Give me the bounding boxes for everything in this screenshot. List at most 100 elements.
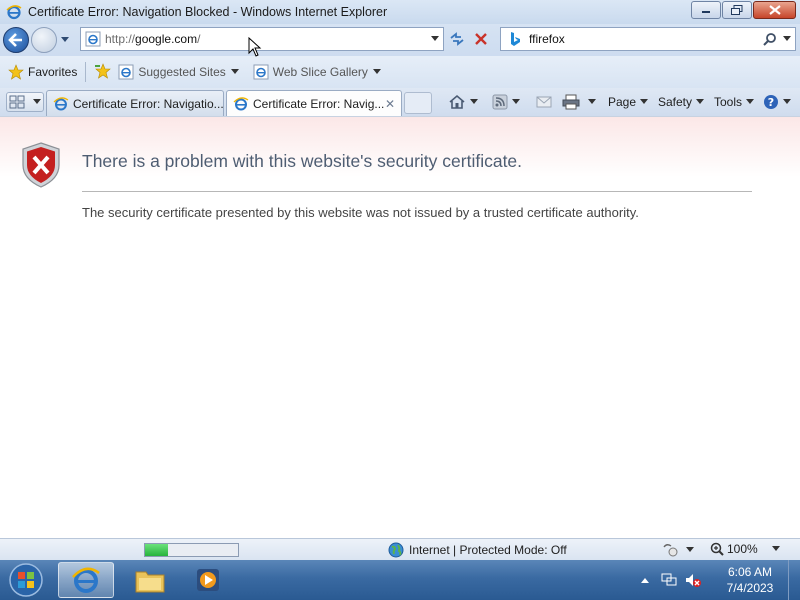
rss-feed-icon [492,94,508,110]
show-desktop-button[interactable] [788,560,800,600]
page-menu-label: Page [608,95,637,109]
chevron-down-icon [640,99,649,104]
globe-icon [388,542,404,558]
quick-tabs-button[interactable] [6,92,44,112]
chevron-down-icon [696,99,705,104]
taskbar-media-player[interactable] [180,562,236,598]
security-zone-label: Internet | Protected Mode: Off [409,543,567,557]
title-bar: Certificate Error: Navigation Blocked - … [0,0,800,24]
chevron-down-icon [230,69,239,74]
chevron-down-icon [470,99,478,104]
network-icon[interactable] [660,572,678,588]
favorites-label: Favorites [28,65,78,79]
error-headline: There is a problem with this website's s… [82,151,523,171]
bing-icon [511,32,520,46]
close-tab-icon[interactable]: ✕ [385,97,395,111]
restore-button[interactable] [722,1,752,19]
security-zone[interactable]: Internet | Protected Mode: Off [388,542,567,558]
chevron-down-icon [512,99,520,104]
minimize-icon [702,11,710,13]
ie-logo-icon [72,567,100,593]
tab-certificate-error-2[interactable]: Certificate Error: Navig... ✕ [226,90,402,116]
forward-button[interactable] [31,27,57,53]
safety-menu-button[interactable]: Safety [658,92,705,112]
address-url[interactable]: http://google.com/ [105,32,200,46]
tools-menu-button[interactable]: Tools [714,92,755,112]
web-slice-gallery-label: Web Slice Gallery [272,65,368,79]
shield-error-icon [22,142,60,188]
web-slice-gallery-link[interactable]: Web Slice Gallery [253,64,381,80]
folder-icon [135,571,165,593]
minimize-button[interactable] [691,1,721,19]
navigation-bar: http://google.com/ [0,24,800,56]
search-icon[interactable] [763,32,777,46]
quick-tabs-grid-icon [9,95,25,109]
search-options-dropdown-icon[interactable] [783,36,791,42]
tab-row: Certificate Error: Navigatio... Certific… [0,88,800,116]
taskbar-clock[interactable]: 6:06 AM 7/4/2023 [720,564,780,596]
tools-menu-label: Tools [714,95,743,109]
error-description: The security certificate presented by th… [82,205,639,220]
close-icon [768,5,781,15]
change-status-bar-button[interactable] [662,542,694,558]
volume-muted-icon[interactable] [684,572,702,588]
recent-pages-dropdown-icon[interactable] [60,34,70,44]
help-icon: ? [764,95,778,109]
home-icon [449,94,465,109]
tab-list-dropdown-icon[interactable] [32,99,42,105]
search-box[interactable] [500,27,796,51]
home-button[interactable] [448,92,478,112]
start-button[interactable] [6,562,46,598]
taskbar-internet-explorer[interactable] [58,562,114,598]
back-button[interactable] [3,27,29,53]
stop-x-icon [475,33,487,45]
search-input[interactable] [529,32,759,46]
window-title: Certificate Error: Navigation Blocked - … [28,5,388,19]
tab-label: Certificate Error: Navig... [253,96,385,111]
address-dropdown-icon[interactable] [431,36,439,42]
page-content: There is a problem with this website's s… [0,116,800,538]
media-player-icon [197,569,219,591]
zoom-control[interactable]: 100% [710,542,780,556]
show-hidden-icons-icon[interactable] [640,576,650,584]
taskbar-windows-explorer[interactable] [122,562,178,598]
status-bar: Internet | Protected Mode: Off 100% [0,538,800,560]
close-window-button[interactable] [753,1,796,19]
mail-icon [536,96,552,108]
new-tab-button[interactable] [404,92,432,114]
add-favorite-star-icon [95,62,112,79]
compatibility-view-button[interactable] [446,29,468,49]
ie-logo-icon [6,5,22,20]
tab-label: Certificate Error: Navigatio... [72,96,223,111]
feeds-button[interactable] [492,92,520,112]
favorites-button[interactable]: Favorites [8,64,77,80]
print-button[interactable] [562,92,596,112]
chevron-down-icon [783,99,791,104]
zoom-magnifier-icon [710,542,724,556]
chevron-down-icon [771,546,780,551]
help-button[interactable]: ? [763,92,791,112]
windows-taskbar: 6:06 AM 7/4/2023 [0,560,800,600]
suggested-sites-label: Suggested Sites [138,65,226,79]
progress-fill [145,544,169,556]
mouse-cursor-icon [248,37,262,57]
read-mail-button[interactable] [536,92,552,112]
compatibility-icon [450,32,464,46]
suggested-sites-link[interactable]: Suggested Sites [118,64,239,80]
page-ie-icon [85,31,101,47]
clock-date: 7/4/2023 [726,581,774,595]
clock-time: 6:06 AM [727,565,773,579]
tab-certificate-error-1[interactable]: Certificate Error: Navigatio... [46,90,224,116]
add-to-favorites-bar-button[interactable] [94,62,112,82]
safety-menu-label: Safety [658,95,693,109]
windows-start-orb-icon [9,563,43,597]
ie-page-icon [118,64,134,80]
stop-button[interactable] [470,29,492,49]
ie-tab-icon [233,96,249,110]
page-menu-button[interactable]: Page [608,92,649,112]
address-bar[interactable]: http://google.com/ [80,27,444,51]
system-tray [640,560,702,600]
restore-icon [731,5,743,15]
divider [82,191,752,192]
printer-icon [562,94,580,110]
